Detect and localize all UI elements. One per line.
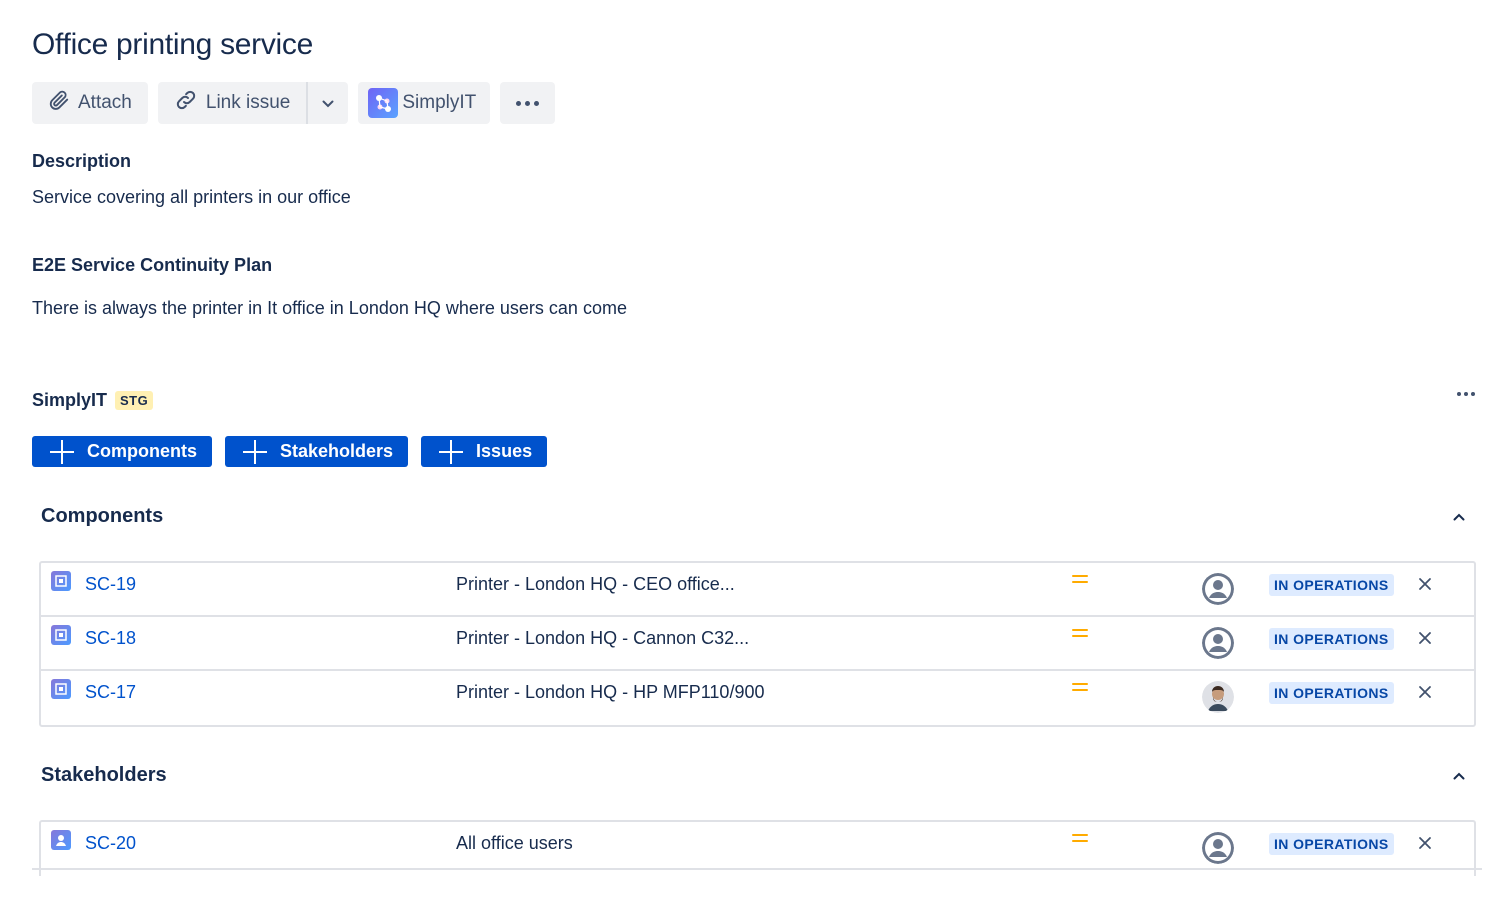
more-actions-button[interactable]: [500, 82, 556, 124]
component-type-icon: [51, 679, 71, 699]
default-avatar: [1202, 627, 1234, 659]
issue-key-link[interactable]: SC-19: [85, 574, 136, 595]
issue-summary: Printer - London HQ - Cannon C32...: [456, 628, 750, 648]
link-issue-dropdown-button[interactable]: [308, 82, 348, 124]
simplyit-label: SimplyIT: [402, 92, 477, 113]
add-issues-button[interactable]: Issues: [421, 436, 548, 467]
environment-badge: STG: [115, 391, 154, 410]
plus-icon: [243, 439, 267, 464]
priority-medium-icon: [1072, 834, 1088, 846]
simplyit-logo-icon: [368, 88, 399, 118]
remove-close-icon[interactable]: [1417, 630, 1433, 646]
add-stakeholders-label: Stakeholders: [280, 441, 394, 461]
default-avatar: [1202, 573, 1234, 605]
attach-button[interactable]: Attach: [32, 82, 148, 124]
status-badge: IN OPERATIONS: [1269, 628, 1394, 650]
stakeholders-section-title: Stakeholders: [41, 764, 167, 786]
table-row[interactable]: SC-19 Printer - London HQ - CEO office..…: [41, 563, 1474, 617]
page-title: Office printing service: [32, 28, 314, 61]
issue-key-link[interactable]: SC-17: [85, 682, 136, 703]
priority-medium-icon: [1072, 629, 1088, 641]
table-row[interactable]: SC-18 Printer - London HQ - Cannon C32..…: [41, 617, 1474, 671]
chevron-down-icon: [322, 92, 334, 114]
simplyit-panel-header: SimplyIT STG: [32, 390, 154, 411]
more-dots-icon: [516, 100, 540, 106]
component-type-icon: [51, 571, 71, 591]
component-type-icon: [51, 625, 71, 645]
simplyit-button[interactable]: SimplyIT: [358, 82, 491, 124]
add-components-label: Components: [87, 441, 197, 461]
issue-summary: Printer - London HQ - CEO office...: [456, 574, 735, 594]
components-table: SC-19 Printer - London HQ - CEO office..…: [39, 561, 1476, 727]
attach-label: Attach: [78, 92, 132, 113]
panel-bottom-divider: [32, 868, 1482, 870]
continuity-plan-text[interactable]: There is always the printer in It office…: [32, 298, 627, 319]
components-section-title: Components: [41, 505, 164, 527]
issue-summary: Printer - London HQ - HP MFP110/900: [456, 682, 765, 702]
priority-medium-icon: [1072, 575, 1088, 587]
status-badge: IN OPERATIONS: [1269, 682, 1394, 704]
plus-icon: [439, 439, 464, 464]
issue-key-link[interactable]: SC-18: [85, 628, 136, 649]
plus-icon: [50, 439, 74, 464]
status-badge: IN OPERATIONS: [1269, 574, 1394, 596]
panel-more-icon[interactable]: [1457, 392, 1475, 396]
remove-close-icon[interactable]: [1417, 684, 1433, 700]
add-issues-label: Issues: [476, 441, 533, 461]
table-row[interactable]: SC-17 Printer - London HQ - HP MFP110/90…: [41, 671, 1474, 725]
link-issue-split-button: Link issue: [157, 82, 349, 124]
link-issue-button[interactable]: Link issue: [158, 82, 307, 124]
remove-close-icon[interactable]: [1417, 835, 1433, 851]
link-icon: [174, 88, 198, 118]
user-photo-avatar: [1202, 681, 1234, 713]
paperclip-icon: [48, 89, 70, 117]
simplyit-panel-title: SimplyIT: [32, 390, 108, 410]
add-buttons: Components Stakeholders Issues: [32, 436, 548, 467]
add-stakeholders-button[interactable]: Stakeholders: [225, 436, 409, 467]
issue-key-link[interactable]: SC-20: [85, 833, 136, 854]
add-components-button[interactable]: Components: [32, 436, 212, 467]
status-badge: IN OPERATIONS: [1269, 833, 1394, 855]
stakeholder-type-icon: [51, 830, 71, 850]
collapse-components-chevron-up-icon[interactable]: [1453, 513, 1465, 521]
collapse-stakeholders-chevron-up-icon[interactable]: [1453, 772, 1465, 780]
priority-medium-icon: [1072, 683, 1088, 695]
issue-toolbar: Attach Link issue SimplyIT: [32, 82, 556, 124]
issue-summary: All office users: [456, 833, 573, 853]
description-text[interactable]: Service covering all printers in our off…: [32, 187, 351, 208]
link-issue-label: Link issue: [205, 92, 291, 113]
description-label: Description: [32, 151, 132, 171]
default-avatar: [1202, 832, 1234, 864]
remove-close-icon[interactable]: [1417, 576, 1433, 592]
continuity-plan-label: E2E Service Continuity Plan: [32, 255, 273, 275]
